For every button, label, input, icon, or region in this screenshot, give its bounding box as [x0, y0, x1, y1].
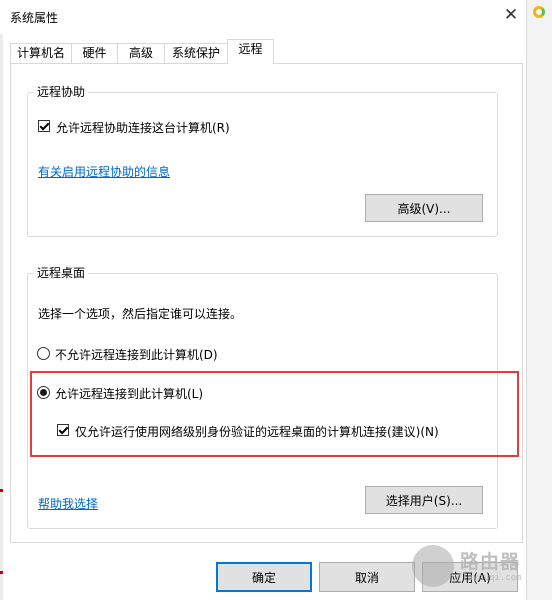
tab-computer-name[interactable]: 计算机名	[10, 43, 72, 63]
ok-button[interactable]: 确定	[216, 562, 312, 592]
allow-remote-assistance-checkbox[interactable]	[38, 120, 50, 132]
app-ring-icon	[533, 6, 545, 18]
close-icon[interactable]: ✕	[500, 4, 522, 26]
help-me-choose-link[interactable]: 帮助我选择	[38, 495, 98, 512]
left-window-edge	[0, 34, 3, 600]
remote-assistance-legend: 远程协助	[34, 83, 89, 100]
tab-advanced[interactable]: 高级	[117, 43, 165, 63]
advanced-button[interactable]: 高级(V)...	[365, 194, 483, 222]
window-title: 系统属性	[10, 11, 59, 25]
allow-remote-assistance-label[interactable]: 允许远程协助连接这台计算机(R)	[56, 119, 230, 136]
disallow-remote-label[interactable]: 不允许远程连接到此计算机(D)	[55, 346, 218, 363]
red-annotation-box	[30, 371, 519, 457]
background-window-strip	[526, 0, 552, 600]
tab-hardware[interactable]: 硬件	[71, 43, 118, 63]
edge-mark	[0, 571, 3, 574]
tab-system-protection[interactable]: 系统保护	[164, 43, 228, 63]
edge-mark	[0, 489, 3, 492]
remote-desktop-legend: 远程桌面	[34, 264, 89, 281]
remote-assistance-info-link[interactable]: 有关启用远程协助的信息	[38, 163, 170, 180]
cancel-button[interactable]: 取消	[319, 562, 415, 592]
apply-button[interactable]: 应用(A)	[422, 562, 518, 592]
disallow-remote-radio[interactable]	[37, 347, 50, 360]
title-bar: 系统属性 ✕	[0, 0, 526, 34]
tab-remote[interactable]: 远程	[227, 39, 274, 64]
remote-desktop-instruction: 选择一个选项，然后指定谁可以连接。	[38, 307, 243, 321]
select-users-button[interactable]: 选择用户(S)...	[365, 486, 483, 514]
